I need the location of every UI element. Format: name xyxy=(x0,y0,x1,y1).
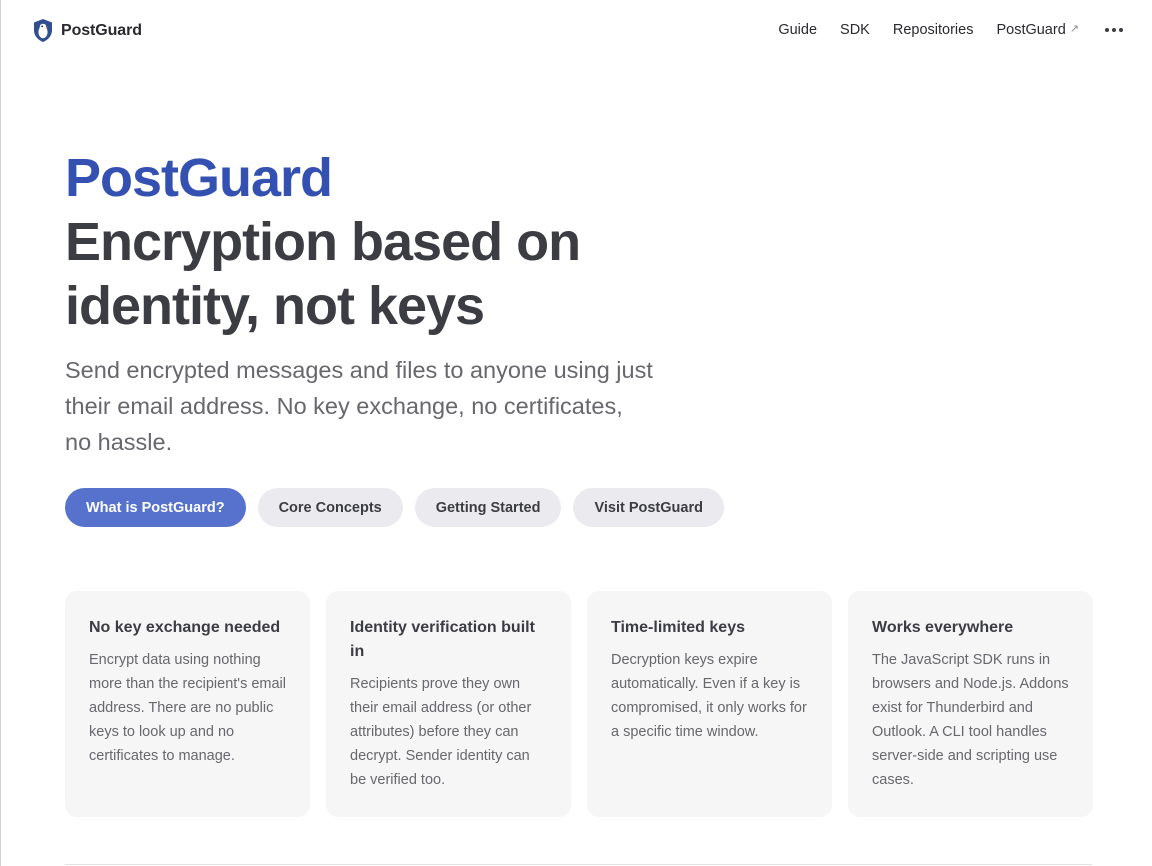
window-edge xyxy=(0,0,1,866)
nav-links: Guide SDK Repositories PostGuard ↗ xyxy=(778,20,1126,40)
feature-card: Time-limited keys Decryption keys expire… xyxy=(587,591,832,817)
feature-details: Recipients prove they own their email ad… xyxy=(350,676,532,788)
what-is-postguard-button[interactable]: What is PostGuard? xyxy=(65,488,246,527)
hero-tagline: Send encrypted messages and files to any… xyxy=(65,357,653,455)
feature-details: Decryption keys expire automatically. Ev… xyxy=(611,652,807,740)
brand-link[interactable]: PostGuard xyxy=(32,18,142,43)
top-nav: PostGuard Guide SDK Repositories PostGua… xyxy=(0,0,1152,62)
hero-actions: What is PostGuard? Core Concepts Getting… xyxy=(65,488,736,527)
feature-title: Time-limited keys xyxy=(611,619,745,636)
core-concepts-button[interactable]: Core Concepts xyxy=(257,488,403,527)
visit-postguard-button[interactable]: Visit PostGuard xyxy=(573,488,724,527)
feature-title: No key exchange needed xyxy=(89,619,281,636)
feature-details: The JavaScript SDK runs in browsers and … xyxy=(872,652,1069,788)
hero-name: PostGuard xyxy=(65,148,333,208)
hero-heading: PostGuard Encryption based on identity, … xyxy=(65,146,705,338)
feature-details: Encrypt data using nothing more than the… xyxy=(89,652,287,764)
page: PostGuard Guide SDK Repositories PostGua… xyxy=(0,0,1152,866)
nav-link-sdk[interactable]: SDK xyxy=(840,22,870,38)
brand-name: PostGuard xyxy=(61,21,142,39)
more-menu-button[interactable] xyxy=(1105,20,1126,40)
more-horizontal-icon xyxy=(1119,28,1123,32)
feature-card: No key exchange needed Encrypt data usin… xyxy=(65,591,310,817)
hero: PostGuard Encryption based on identity, … xyxy=(65,146,705,460)
getting-started-button[interactable]: Getting Started xyxy=(414,488,562,527)
features: No key exchange needed Encrypt data usin… xyxy=(65,591,1093,817)
feature-title: Identity verification built in xyxy=(350,619,535,660)
nav-link-postguard-external[interactable]: PostGuard ↗ xyxy=(996,22,1079,38)
postguard-logo-icon xyxy=(34,19,52,42)
section-divider xyxy=(65,864,1092,865)
more-horizontal-icon xyxy=(1112,28,1116,32)
hero-text-line-1: Encryption based on xyxy=(65,212,581,272)
nav-link-guide[interactable]: Guide xyxy=(778,22,817,38)
feature-title: Works everywhere xyxy=(872,619,1014,636)
nav-link-repositories[interactable]: Repositories xyxy=(893,22,974,38)
external-link-icon: ↗ xyxy=(1069,23,1079,35)
feature-card: Works everywhere The JavaScript SDK runs… xyxy=(848,591,1093,817)
nav-link-postguard-label: PostGuard xyxy=(996,22,1066,38)
hero-text-line-2: identity, not keys xyxy=(65,276,485,336)
feature-card: Identity verification built in Recipient… xyxy=(326,591,571,817)
more-horizontal-icon xyxy=(1105,28,1109,32)
